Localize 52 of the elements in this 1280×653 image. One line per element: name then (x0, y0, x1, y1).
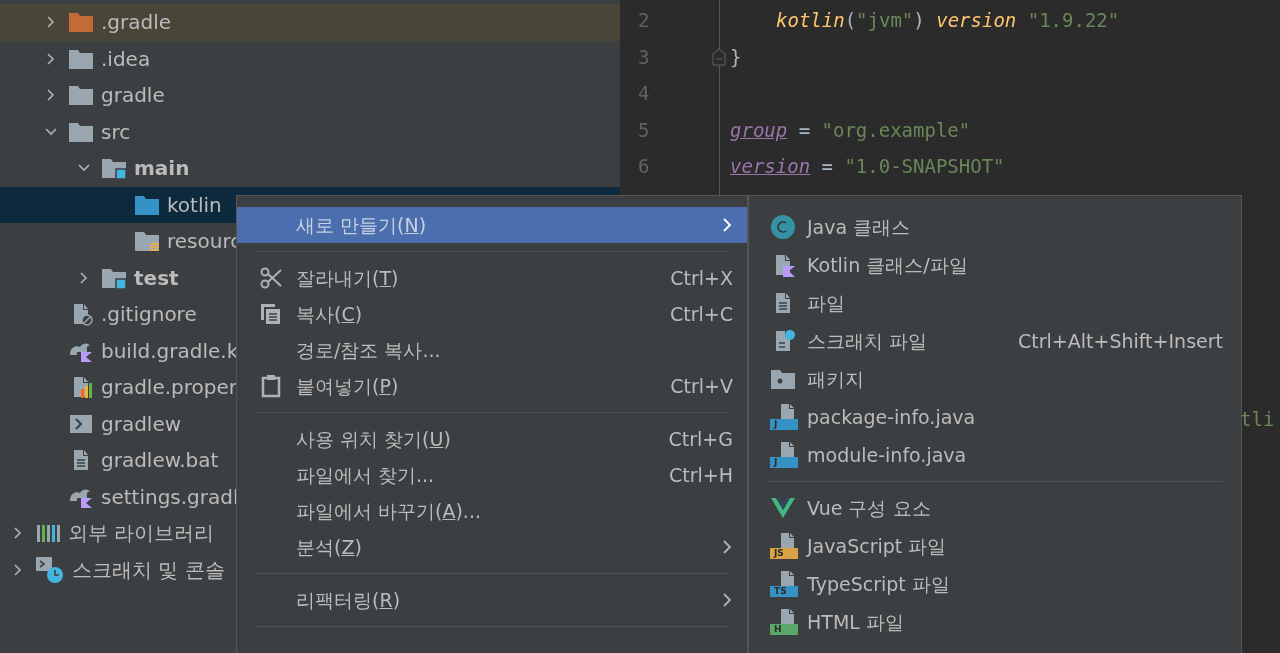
menu-item-label: 복사(C) (296, 301, 363, 327)
code-line: } (730, 44, 742, 70)
menu-item-label: 붙여넣기(P) (296, 373, 399, 399)
menu-item-label: 잘라내기(T) (296, 265, 399, 291)
shortcut-label: Ctrl+H (669, 462, 733, 488)
tree-item-label: gradlew.bat (101, 447, 219, 475)
menu-item-label: 리팩터링(R) (296, 587, 401, 613)
menu-item-label: 파일에서 찾기... (296, 462, 435, 488)
tree-item-label: settings.gradl (101, 483, 239, 511)
shortcut-label: Ctrl+C (670, 301, 733, 327)
shortcut-label: Ctrl+Alt+Shift+Insert (1018, 328, 1223, 354)
menu-item-label: Vue 구성 요소 (807, 495, 931, 521)
tree-item-label: build.gradle.k (101, 337, 239, 365)
tree-item-label: 외부 라이브러리 (68, 520, 215, 548)
code-line: group = "org.example" (730, 117, 971, 143)
code-line: version = "1.0-SNAPSHOT" (730, 154, 1005, 179)
menu-item-label: module-info.java (807, 442, 967, 468)
code-line: tli (1240, 406, 1275, 432)
tree-item-label: .gitignore (101, 301, 197, 329)
line-number: 4 (638, 81, 650, 106)
tree-item-label: test (134, 264, 179, 292)
tree-item-label: kotlin (167, 191, 222, 219)
tree-item-label: gradle (101, 82, 165, 110)
tree-item-label: 스크래치 및 콘솔 (72, 556, 225, 584)
menu-item-label: JavaScript 파일 (807, 533, 947, 559)
code-line: kotlin("jvm") version "1.9.22" (776, 8, 1120, 33)
shortcut-label: Ctrl+V (670, 373, 733, 399)
menu-item-label: TypeScript 파일 (807, 571, 950, 597)
shortcut-label: Ctrl+X (670, 265, 733, 291)
tree-item-label: gradle.proper (101, 374, 238, 402)
menu-item-label: package-info.java (807, 404, 976, 430)
menu-item-label: 새로 만들기(N) (296, 212, 427, 238)
menu-item-label: HTML 파일 (807, 609, 904, 635)
menu-item-label: 사용 위치 찾기(U) (296, 426, 451, 452)
menu-item-label: Java 클래스 (807, 214, 911, 240)
menu-item-label: 파일에서 바꾸기(A)... (296, 498, 481, 524)
line-number: 3 (638, 44, 650, 70)
tree-item-label: .gradle (101, 9, 172, 37)
menu-item-label: Kotlin 클래스/파일 (807, 252, 968, 278)
line-number: 6 (638, 154, 650, 179)
menu-item-label: 경로/참조 복사... (296, 337, 441, 363)
tree-item-label: src (101, 118, 131, 146)
tree-item-label: gradlew (101, 410, 182, 438)
menu-item-label: 패키지 (807, 366, 864, 392)
menu-item-label: 스크래치 파일 (807, 328, 928, 354)
line-number: 2 (638, 8, 650, 33)
tree-item-label: main (134, 155, 190, 183)
tree-item-label: .idea (101, 45, 151, 73)
menu-item-label: 파일 (807, 290, 845, 316)
line-number: 5 (638, 117, 650, 143)
shortcut-label: Ctrl+G (668, 426, 733, 452)
menu-item-label: 분석(Z) (296, 534, 362, 560)
